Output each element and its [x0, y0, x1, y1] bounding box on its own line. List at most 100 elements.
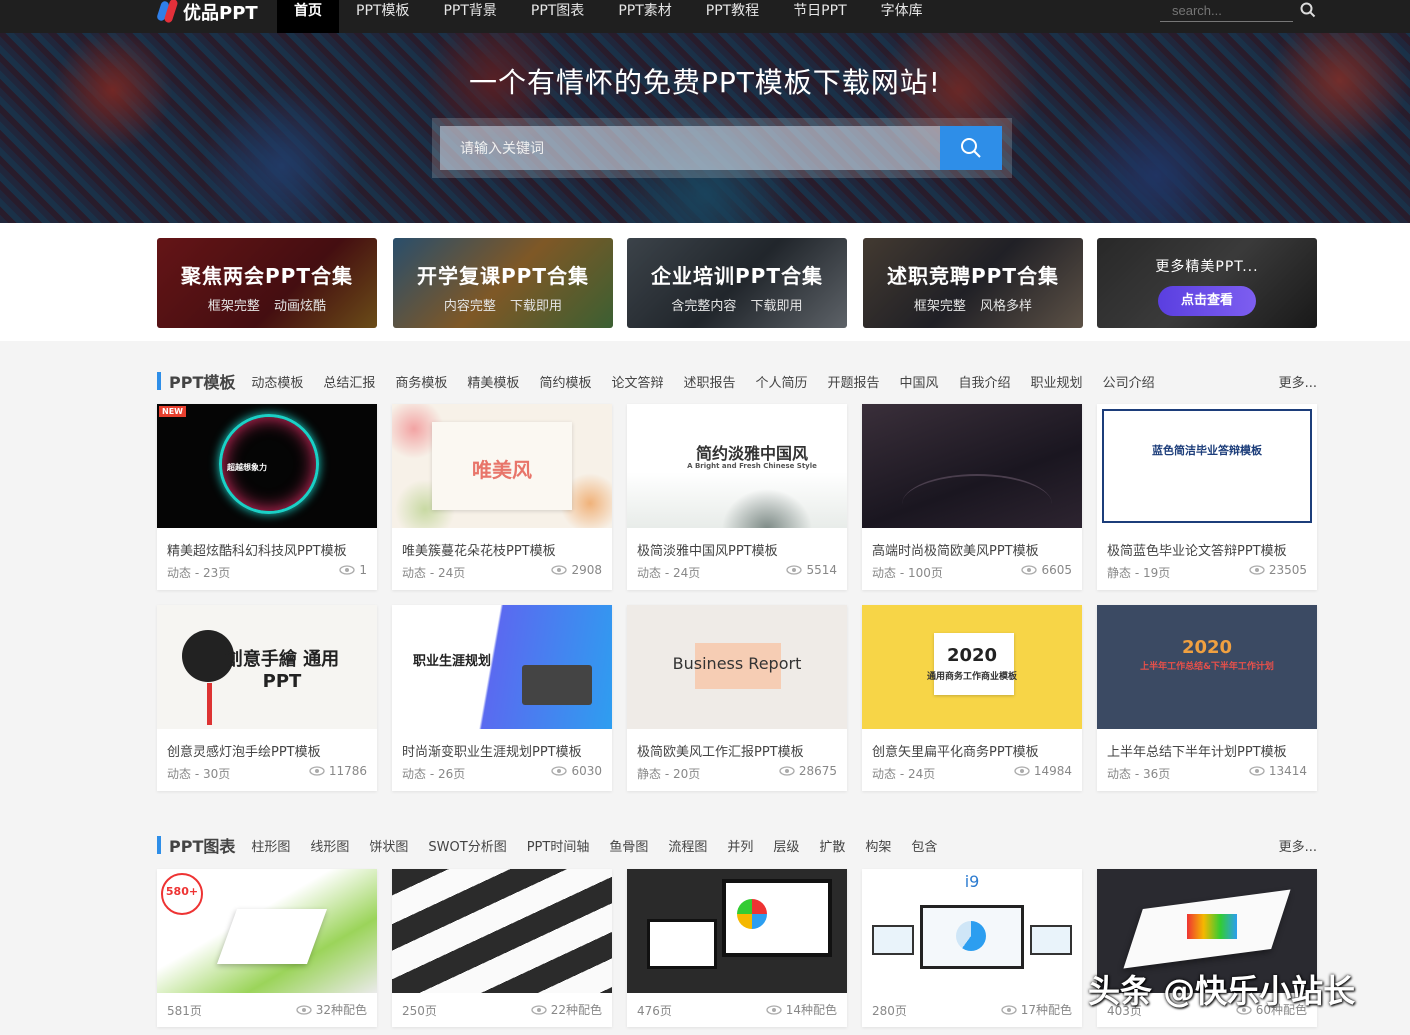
tag-column-chart[interactable]: 柱形图	[251, 836, 290, 855]
template-card[interactable]: 蓝色简洁毕业答辩模板 极简蓝色毕业论文答辩PPT模板 静态 - 19页 2350…	[1097, 404, 1317, 590]
view-more-button[interactable]: 点击查看	[1158, 286, 1256, 316]
view-count: 28675	[779, 764, 837, 778]
template-thumbnail[interactable]: 超越想象力 NEW	[157, 404, 377, 528]
template-thumbnail[interactable]: 职业生涯规划	[392, 605, 612, 729]
template-name[interactable]: 高端时尚极简欧美风PPT模板	[872, 540, 1039, 559]
template-name[interactable]: 极简蓝色毕业论文答辩PPT模板	[1107, 540, 1287, 559]
eye-icon	[296, 1005, 312, 1015]
template-name[interactable]: 极简淡雅中国风PPT模板	[637, 540, 778, 559]
chart-card[interactable]: 476页 14种配色	[627, 869, 847, 1027]
nav-link-fonts[interactable]: 字体库	[864, 0, 940, 33]
tag-diffusion[interactable]: 扩散	[819, 836, 845, 855]
nav-link-ppt-templates[interactable]: PPT模板	[339, 0, 426, 33]
template-thumbnail[interactable]	[862, 404, 1082, 528]
thumbnail-text: 唯美风	[392, 454, 612, 483]
tag-timeline[interactable]: PPT时间轴	[527, 836, 590, 855]
template-thumbnail[interactable]: 創意手繪 通用PPT	[157, 605, 377, 729]
hero-search-input[interactable]	[440, 126, 940, 170]
thumbnail-text: 2020	[862, 645, 1082, 666]
site-logo[interactable]: 优品PPT	[157, 0, 258, 27]
eye-icon	[766, 1005, 782, 1015]
hero-banner: 一个有情怀的免费PPT模板下载网站!	[0, 33, 1410, 223]
section-title[interactable]: PPT模板	[169, 369, 235, 393]
template-name[interactable]: 创意矢里扁平化商务PPT模板	[872, 741, 1039, 760]
template-card[interactable]: Business Report 极简欧美风工作汇报PPT模板 静态 - 20页 …	[627, 605, 847, 791]
tag-structure[interactable]: 构架	[865, 836, 891, 855]
topic-card-school-reopen[interactable]: 开学复课PPT合集 内容完整 下载即用	[393, 238, 613, 328]
topic-card-corporate-training[interactable]: 企业培训PPT合集 含完整内容 下载即用	[627, 238, 847, 328]
template-name[interactable]: 上半年总结下半年计划PPT模板	[1107, 741, 1287, 760]
eye-icon	[339, 565, 355, 575]
topic-card-job-report[interactable]: 述职竞聘PPT合集 框架完整 风格多样	[863, 238, 1083, 328]
tag-swot[interactable]: SWOT分析图	[428, 836, 506, 855]
chart-card[interactable]: 580+ 581页 32种配色	[157, 869, 377, 1027]
template-name[interactable]: 时尚渐变职业生涯规划PPT模板	[402, 741, 582, 760]
color-count-value: 32种配色	[316, 1001, 367, 1018]
eye-icon	[1249, 565, 1265, 575]
template-thumbnail[interactable]: 2020 上半年工作总结&下半年工作计划	[1097, 605, 1317, 729]
view-count: 6030	[551, 764, 602, 778]
tag-parallel[interactable]: 并列	[727, 836, 753, 855]
tag-chinese-style[interactable]: 中国风	[900, 372, 939, 391]
template-thumbnail[interactable]: 简约淡雅中国风 A Bright and Fresh Chinese Style	[627, 404, 847, 528]
nav-link-home[interactable]: 首页	[277, 0, 339, 33]
template-card[interactable]: 简约淡雅中国风 A Bright and Fresh Chinese Style…	[627, 404, 847, 590]
nav-link-ppt-materials[interactable]: PPT素材	[601, 0, 688, 33]
tag-resume[interactable]: 个人简历	[755, 372, 807, 391]
nav-link-ppt-backgrounds[interactable]: PPT背景	[426, 0, 513, 33]
template-card[interactable]: 2020 上半年工作总结&下半年工作计划 上半年总结下半年计划PPT模板 动态 …	[1097, 605, 1317, 791]
tag-business[interactable]: 商务模板	[395, 372, 447, 391]
tag-dynamic[interactable]: 动态模板	[251, 372, 303, 391]
tag-self-intro[interactable]: 自我介绍	[959, 372, 1011, 391]
nav-link-holiday-ppt[interactable]: 节日PPT	[776, 0, 863, 33]
template-name[interactable]: 精美超炫酷科幻科技风PPT模板	[167, 540, 347, 559]
nav-search-input[interactable]	[1160, 0, 1293, 22]
chart-card[interactable]: i9 280页 17种配色	[862, 869, 1082, 1027]
tag-simple[interactable]: 简约模板	[539, 372, 591, 391]
chart-card[interactable]: 250页 22种配色	[392, 869, 612, 1027]
chart-thumbnail[interactable]	[627, 869, 847, 993]
tag-containment[interactable]: 包含	[911, 836, 937, 855]
topic-card-two-sessions[interactable]: 聚焦两会PPT合集 框架完整 动画炫酷	[157, 238, 377, 328]
template-thumbnail[interactable]: Business Report	[627, 605, 847, 729]
tag-flowchart[interactable]: 流程图	[668, 836, 707, 855]
template-name[interactable]: 创意灵感灯泡手绘PPT模板	[167, 741, 321, 760]
chart-thumbnail[interactable]: i9	[862, 869, 1082, 993]
template-card[interactable]: 2020 通用商务工作商业模板 创意矢里扁平化商务PPT模板 动态 - 24页 …	[862, 605, 1082, 791]
more-link[interactable]: 更多...	[1279, 372, 1317, 391]
template-card[interactable]: 高端时尚极简欧美风PPT模板 动态 - 100页 6605	[862, 404, 1082, 590]
template-thumbnail[interactable]: 蓝色简洁毕业答辩模板	[1097, 404, 1317, 528]
tag-proposal[interactable]: 开题报告	[828, 372, 880, 391]
template-card[interactable]: 超越想象力 NEW 精美超炫酷科幻科技风PPT模板 动态 - 23页 1	[157, 404, 377, 590]
template-thumbnail[interactable]: 2020 通用商务工作商业模板	[862, 605, 1082, 729]
tag-job-report[interactable]: 述职报告	[683, 372, 735, 391]
topic-card-more: 更多精美PPT... 点击查看	[1097, 238, 1317, 328]
search-icon[interactable]	[1300, 2, 1316, 18]
section-title[interactable]: PPT图表	[169, 833, 235, 857]
tag-pie-chart[interactable]: 饼状图	[369, 836, 408, 855]
tag-company-intro[interactable]: 公司介绍	[1103, 372, 1155, 391]
tag-summary[interactable]: 总结汇报	[323, 372, 375, 391]
tag-career-plan[interactable]: 职业规划	[1031, 372, 1083, 391]
nav-link-ppt-tutorials[interactable]: PPT教程	[689, 0, 776, 33]
tag-thesis-defense[interactable]: 论文答辩	[611, 372, 663, 391]
tag-hierarchy[interactable]: 层级	[773, 836, 799, 855]
view-count: 1	[339, 563, 367, 577]
template-thumbnail[interactable]: 唯美风	[392, 404, 612, 528]
hero-search-button[interactable]	[940, 126, 1002, 170]
template-name[interactable]: 极简欧美风工作汇报PPT模板	[637, 741, 804, 760]
chart-thumbnail[interactable]: 580+	[157, 869, 377, 993]
template-card[interactable]: 职业生涯规划 时尚渐变职业生涯规划PPT模板 动态 - 26页 6030	[392, 605, 612, 791]
topic-subtitle: 框架完整 风格多样	[863, 295, 1083, 314]
tag-fishbone[interactable]: 鱼骨图	[609, 836, 648, 855]
template-name[interactable]: 唯美簇蔓花朵花枝PPT模板	[402, 540, 556, 559]
eye-icon	[551, 766, 567, 776]
chart-thumbnail[interactable]	[392, 869, 612, 993]
template-card[interactable]: 唯美风 唯美簇蔓花朵花枝PPT模板 动态 - 24页 2908	[392, 404, 612, 590]
template-card[interactable]: 創意手繪 通用PPT 创意灵感灯泡手绘PPT模板 动态 - 30页 11786	[157, 605, 377, 791]
tag-line-chart[interactable]: 线形图	[310, 836, 349, 855]
tag-exquisite[interactable]: 精美模板	[467, 372, 519, 391]
more-link[interactable]: 更多...	[1279, 836, 1317, 855]
color-count: 14种配色	[766, 1001, 837, 1018]
nav-link-ppt-charts[interactable]: PPT图表	[514, 0, 601, 33]
